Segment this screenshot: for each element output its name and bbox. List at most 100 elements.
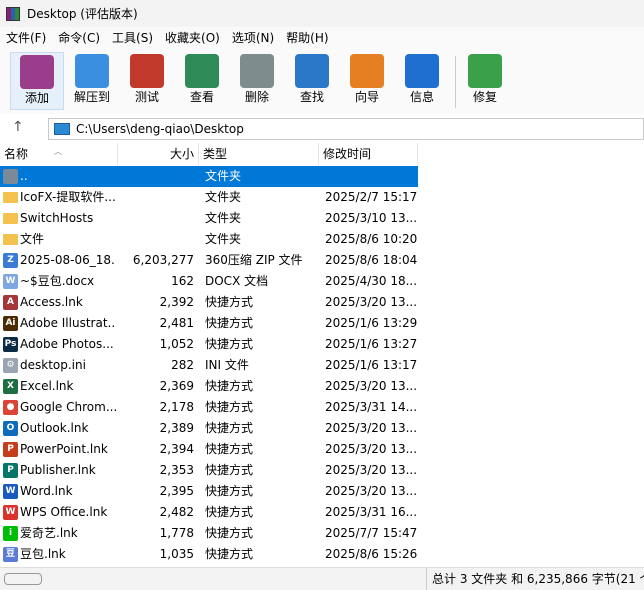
- file-name: Adobe Illustrat...: [20, 316, 116, 330]
- find-button[interactable]: 查找: [285, 52, 339, 110]
- file-size: 2,369: [159, 379, 194, 393]
- test-label: 测试: [134, 90, 159, 104]
- add-label: 添加: [24, 91, 49, 105]
- view-button[interactable]: 查看: [175, 52, 229, 110]
- file-size: 2,395: [159, 484, 194, 498]
- table-row[interactable]: W WPS Office.lnk 2,482 快捷方式 2025/3/31 16...: [0, 502, 418, 523]
- file-type: 文件夹: [205, 211, 242, 225]
- file-date: 2025/3/10 13...: [325, 211, 418, 225]
- menu-favorites[interactable]: 收藏夹(O): [159, 29, 226, 46]
- menu-help[interactable]: 帮助(H): [280, 29, 334, 46]
- menu-commands[interactable]: 命令(C): [52, 29, 106, 46]
- table-row[interactable]: Z 2025-08-06_18... 6,203,277 360压缩 ZIP 文件 20…: [0, 250, 418, 271]
- file-date: 2025/1/6 13:29: [325, 316, 418, 330]
- illustrator-icon: Ai: [3, 316, 18, 331]
- extract-to-button[interactable]: 解压到: [65, 52, 119, 110]
- file-size: 282: [171, 358, 194, 372]
- table-row[interactable]: ⚙ desktop.ini 282 INI 文件 2025/1/6 13:17: [0, 355, 418, 376]
- table-row[interactable]: X Excel.lnk 2,369 快捷方式 2025/3/20 13...: [0, 376, 418, 397]
- column-name-header[interactable]: 名称 ︿: [0, 143, 118, 165]
- repair-button[interactable]: 修复: [458, 52, 512, 110]
- test-clipboard-icon: [130, 54, 164, 88]
- file-date: 2025/3/20 13...: [325, 463, 418, 477]
- status-key-icon: [4, 573, 42, 585]
- table-row[interactable]: i 爱奇艺.lnk 1,778 快捷方式 2025/7/7 15:47: [0, 523, 418, 544]
- menu-tools[interactable]: 工具(S): [106, 29, 159, 46]
- table-row[interactable]: W Word.lnk 2,395 快捷方式 2025/3/20 13...: [0, 481, 418, 502]
- up-arrow-icon[interactable]: ↑: [12, 119, 24, 135]
- add-button[interactable]: 添加: [10, 52, 64, 110]
- view-book-icon: [185, 54, 219, 88]
- repair-kit-icon: [468, 54, 502, 88]
- file-name: desktop.ini: [20, 358, 86, 372]
- file-date: 2025/2/7 15:17: [325, 190, 418, 204]
- view-label: 查看: [189, 90, 214, 104]
- file-date: 2025/7/7 15:47: [325, 526, 418, 540]
- table-row[interactable]: O Outlook.lnk 2,389 快捷方式 2025/3/20 13...: [0, 418, 418, 439]
- file-date: 2025/1/6 13:17: [325, 358, 418, 372]
- file-size: 2,178: [159, 400, 194, 414]
- file-name: Excel.lnk: [20, 379, 74, 393]
- delete-button[interactable]: 删除: [230, 52, 284, 110]
- file-name: ~$豆包.docx: [20, 274, 95, 288]
- file-name: 爱奇艺.lnk: [20, 526, 78, 540]
- file-size: [118, 229, 194, 250]
- file-type: 文件夹: [205, 169, 242, 183]
- file-size: 6,203,277: [132, 253, 194, 267]
- table-row[interactable]: P Publisher.lnk 2,353 快捷方式 2025/3/20 13...: [0, 460, 418, 481]
- test-button[interactable]: 测试: [120, 52, 174, 110]
- table-row[interactable]: 豆豆包.lnk 1,035 快捷方式 2025/8/6 15:26: [0, 544, 418, 565]
- sort-asc-icon: ︿: [54, 147, 62, 156]
- file-date: 2025/3/20 13...: [325, 421, 418, 435]
- file-date: 2025/3/20 13...: [325, 442, 418, 456]
- publisher-icon: P: [3, 463, 18, 478]
- file-size: 1,035: [159, 547, 194, 561]
- file-size: 1,052: [159, 337, 194, 351]
- column-header: 名称 ︿ 大小 类型 修改时间: [0, 143, 418, 165]
- outlook-icon: O: [3, 421, 18, 436]
- add-archive-icon: [20, 55, 54, 89]
- magnifier-icon: [295, 54, 329, 88]
- zip-icon: Z: [3, 253, 18, 268]
- table-row[interactable]: ● Google Chrom... 2,178 快捷方式 2025/3/31 14...: [0, 397, 418, 418]
- column-type-header[interactable]: 类型: [199, 143, 319, 165]
- file-name: Google Chrom...: [20, 400, 116, 414]
- table-row[interactable]: Ps Adobe Photos... 1,052 快捷方式 2025/1/6 13:27: [0, 334, 418, 355]
- wizard-wand-icon: [350, 54, 384, 88]
- file-date: 2025/4/30 18...: [325, 274, 418, 288]
- file-date: 2025/3/31 14...: [325, 400, 418, 414]
- table-row[interactable]: W ~$豆包.docx 162 DOCX 文档 2025/4/30 18...: [0, 271, 418, 292]
- folder-icon: [3, 213, 18, 224]
- file-type: 快捷方式: [205, 400, 254, 414]
- file-type: 快捷方式: [205, 484, 254, 498]
- file-name: 豆包.lnk: [20, 547, 66, 561]
- file-name: Outlook.lnk: [20, 421, 89, 435]
- file-type: 快捷方式: [205, 442, 254, 456]
- file-name: Access.lnk: [20, 295, 83, 309]
- table-row[interactable]: 文件 文件夹 2025/8/6 10:20: [0, 229, 418, 250]
- table-row[interactable]: Ai Adobe Illustrat... 2,481 快捷方式 2025/1/6 13…: [0, 313, 418, 334]
- table-row[interactable]: SwitchHosts 文件夹 2025/3/10 13...: [0, 208, 418, 229]
- info-button[interactable]: 信息: [395, 52, 449, 110]
- file-date: 2025/3/20 13...: [325, 379, 418, 393]
- address-field[interactable]: C:\Users\deng-qiao\Desktop: [48, 118, 644, 140]
- ini-file-icon: ⚙: [3, 358, 18, 373]
- file-name: Adobe Photos...: [20, 337, 114, 351]
- file-date: [325, 166, 418, 187]
- file-name: IcoFX-提取软件...: [20, 190, 116, 204]
- file-date: 2025/1/6 13:27: [325, 337, 418, 351]
- table-row[interactable]: IcoFX-提取软件... 文件夹 2025/2/7 15:17: [0, 187, 418, 208]
- column-size-header[interactable]: 大小: [118, 143, 199, 165]
- info-label: 信息: [409, 90, 434, 104]
- menu-options[interactable]: 选项(N): [226, 29, 280, 46]
- wizard-button[interactable]: 向导: [340, 52, 394, 110]
- file-name: 文件: [20, 232, 45, 246]
- table-row[interactable]: .. 文件夹: [0, 166, 418, 187]
- menu-file[interactable]: 文件(F): [0, 29, 52, 46]
- repair-label: 修复: [472, 90, 497, 104]
- file-type: 文件夹: [205, 232, 242, 246]
- wizard-label: 向导: [354, 90, 379, 104]
- table-row[interactable]: P PowerPoint.lnk 2,394 快捷方式 2025/3/20 13...: [0, 439, 418, 460]
- column-date-header[interactable]: 修改时间: [319, 143, 418, 165]
- table-row[interactable]: A Access.lnk 2,392 快捷方式 2025/3/20 13...: [0, 292, 418, 313]
